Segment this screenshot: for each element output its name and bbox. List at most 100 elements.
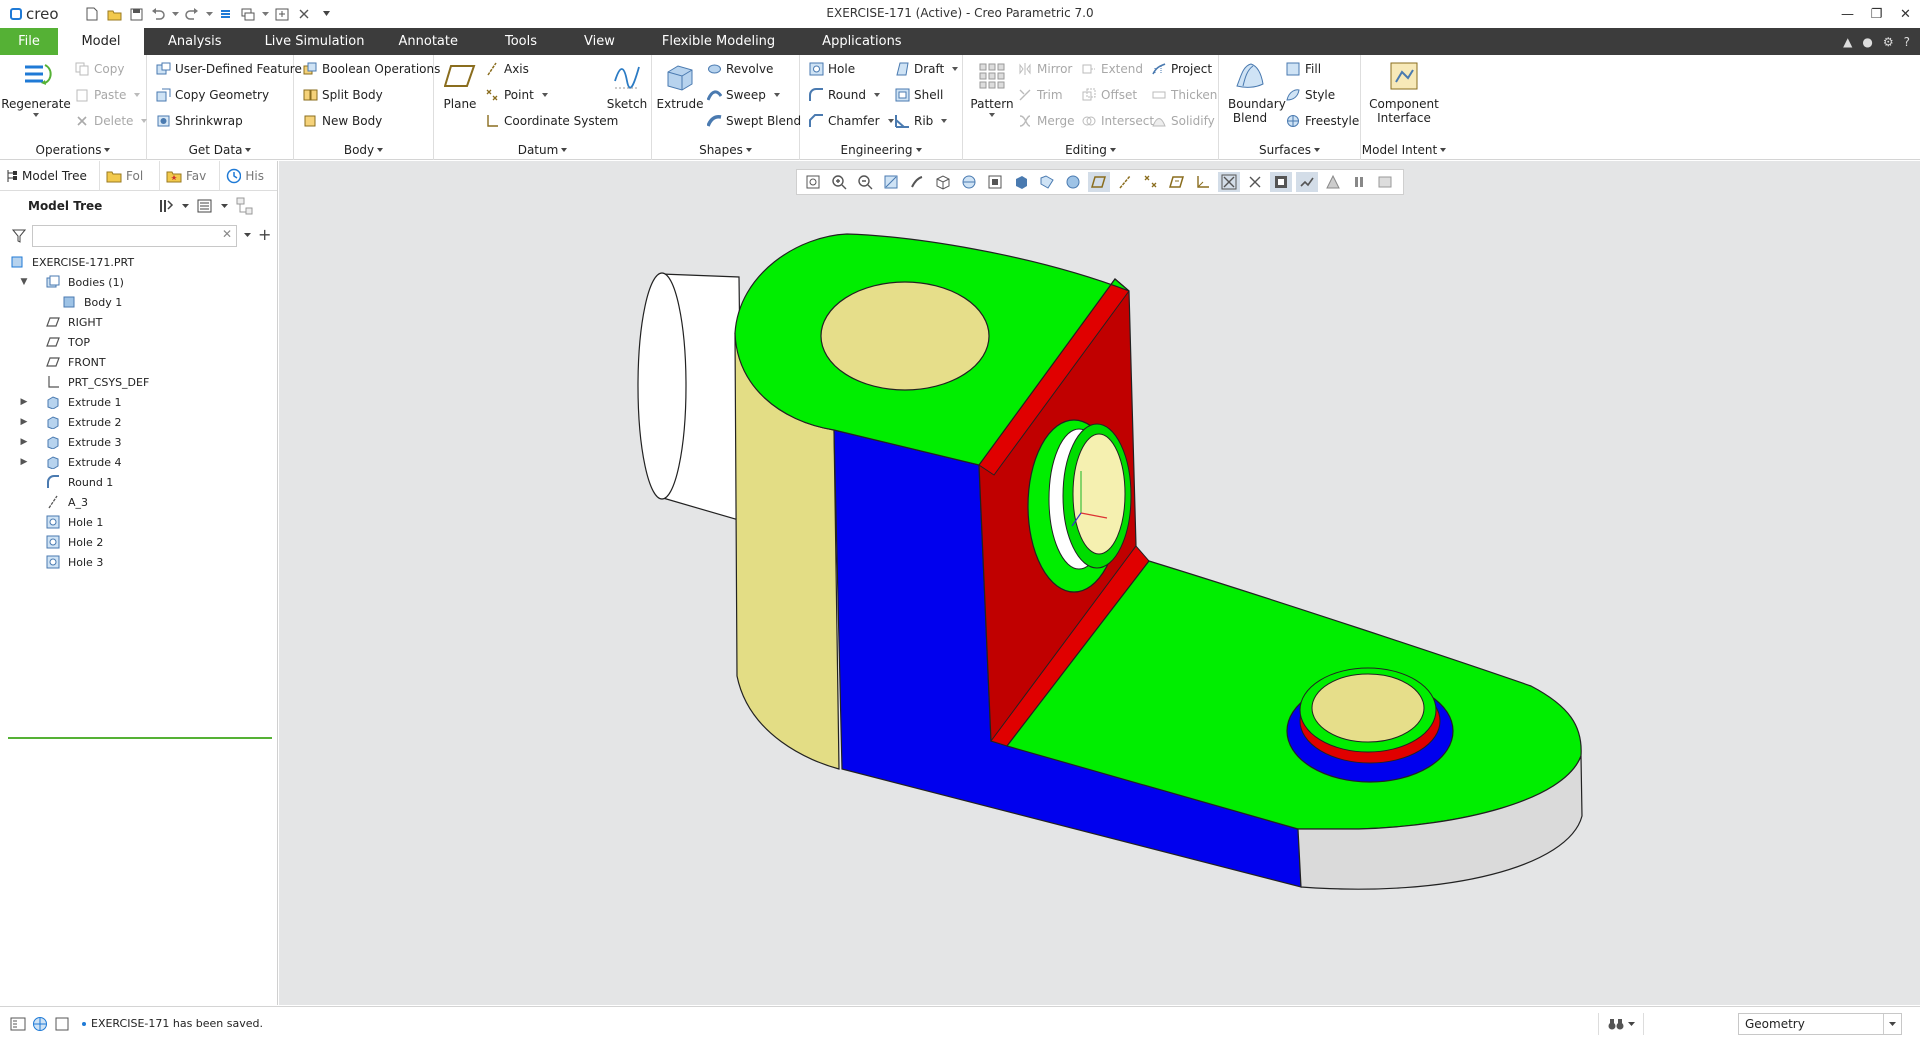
settings-icon[interactable]: ⚙ (1883, 35, 1894, 49)
pattern-dropdown-icon[interactable] (989, 113, 995, 117)
zoom-in-icon[interactable] (828, 172, 850, 192)
trim-button[interactable]: Trim (1017, 84, 1063, 105)
freestyle-button[interactable]: Freestyle (1285, 110, 1359, 131)
style-button[interactable]: Style (1285, 84, 1335, 105)
repaint-icon[interactable] (880, 172, 902, 192)
tree-node[interactable]: PRT_CSYS_DEF (0, 372, 272, 392)
mirror-button[interactable]: Mirror (1017, 58, 1072, 79)
new-body-button[interactable]: New Body (302, 110, 382, 131)
expand-icon[interactable]: ▶ (19, 457, 29, 467)
display-style-icon[interactable] (1010, 172, 1032, 192)
extrude-button[interactable]: Extrude (657, 58, 703, 111)
selection-filter-dropdown-icon[interactable] (1883, 1014, 1901, 1034)
close-window-icon[interactable] (294, 4, 314, 24)
delete-button[interactable]: Delete (74, 110, 148, 131)
expand-icon[interactable]: ▶ (19, 397, 29, 407)
insert-here-indicator[interactable] (8, 737, 272, 739)
tab-analysis[interactable]: Analysis (144, 28, 239, 55)
copy-geometry-button[interactable]: Copy Geometry (155, 84, 269, 105)
coordinate-system-button[interactable]: Coordinate System (484, 110, 618, 131)
extend-button[interactable]: Extend (1081, 58, 1143, 79)
regenerate-button[interactable]: Regenerate (1, 58, 71, 117)
operations-group-label[interactable]: Operations (0, 143, 146, 157)
surfaces-group-label[interactable]: Surfaces (1219, 143, 1360, 157)
tree-node[interactable]: Hole 1 (0, 512, 272, 532)
regenerate-quick-icon[interactable] (216, 4, 236, 24)
graphics-window[interactable] (279, 161, 1920, 1005)
tree-node[interactable]: A_3 (0, 492, 272, 512)
swept-blend-button[interactable]: Swept Blend (706, 110, 801, 131)
expand-icon[interactable]: ▶ (19, 437, 29, 447)
round-button[interactable]: Round (808, 84, 880, 105)
undo-icon[interactable] (148, 4, 168, 24)
split-body-button[interactable]: Split Body (302, 84, 383, 105)
open-icon[interactable] (104, 4, 124, 24)
axis-button[interactable]: Axis (484, 58, 529, 79)
undo-dropdown-icon[interactable] (170, 4, 180, 24)
point-dropdown-icon[interactable] (541, 92, 548, 97)
toggle-browser-icon[interactable] (32, 1016, 48, 1032)
add-filter-icon[interactable]: + (258, 225, 271, 244)
tree-node[interactable]: Hole 3 (0, 552, 272, 572)
pan-icon[interactable] (906, 172, 928, 192)
draft-dropdown-icon[interactable] (952, 66, 959, 71)
paste-button[interactable]: Paste (74, 84, 141, 105)
tab-view[interactable]: View (554, 28, 632, 55)
tree-node[interactable]: ▶ Extrude 4 (0, 452, 272, 472)
tree-node[interactable]: Hole 2 (0, 532, 272, 552)
tree-node[interactable]: FRONT (0, 352, 272, 372)
show-columns-icon[interactable] (197, 198, 213, 214)
simulation-display-icon[interactable] (1322, 172, 1344, 192)
get-data-group-label[interactable]: Get Data (147, 143, 293, 157)
search-history-dropdown-icon[interactable] (244, 233, 251, 237)
chamfer-button[interactable]: Chamfer (808, 110, 894, 131)
point-display-icon[interactable] (1140, 172, 1162, 192)
redo-icon[interactable] (182, 4, 202, 24)
intersect-button[interactable]: Intersect (1081, 110, 1154, 131)
refit-icon[interactable] (802, 172, 824, 192)
filter-funnel-icon[interactable] (12, 229, 26, 243)
redo-dropdown-icon[interactable] (204, 4, 214, 24)
show-dropdown-icon[interactable] (221, 204, 228, 208)
tab-live-simulation[interactable]: Live Simulation (239, 28, 382, 55)
switch-window-icon[interactable] (272, 4, 292, 24)
body-group-label[interactable]: Body (294, 143, 433, 157)
save-icon[interactable] (126, 4, 146, 24)
close-toolbar-icon[interactable] (1374, 172, 1396, 192)
tab-tools[interactable]: Tools (475, 28, 554, 55)
fill-button[interactable]: Fill (1285, 58, 1321, 79)
collapse-icon[interactable]: ▼ (19, 277, 29, 287)
revolve-button[interactable]: Revolve (706, 58, 773, 79)
close-button[interactable]: ✕ (1891, 0, 1920, 28)
help-icon[interactable]: ? (1904, 35, 1910, 49)
tab-history[interactable]: His (220, 161, 270, 191)
sweep-button[interactable]: Sweep (706, 84, 780, 105)
boundary-blend-button[interactable]: Boundary Blend (1223, 58, 1286, 125)
tab-annotate[interactable]: Annotate (382, 28, 475, 55)
customize-toolbar-icon[interactable] (316, 4, 336, 24)
merge-button[interactable]: Merge (1017, 110, 1074, 131)
tree-settings-dropdown-icon[interactable] (182, 204, 189, 208)
solidify-button[interactable]: Solidify (1151, 110, 1215, 131)
shapes-group-label[interactable]: Shapes (652, 143, 799, 157)
csys-display-icon[interactable] (1192, 172, 1214, 192)
perspective-view-icon[interactable] (984, 172, 1006, 192)
3d-model-view[interactable] (279, 161, 1920, 1005)
spin-center-icon[interactable] (1244, 172, 1266, 192)
saved-orientations-icon[interactable] (932, 172, 954, 192)
shrinkwrap-button[interactable]: Shrinkwrap (155, 110, 243, 131)
tab-folder-browser[interactable]: Fol (100, 160, 160, 191)
plane-display-icon[interactable] (1088, 172, 1110, 192)
tab-file[interactable]: File (0, 28, 58, 55)
round-dropdown-icon[interactable] (873, 92, 880, 97)
tree-node[interactable]: ▶ Extrude 3 (0, 432, 272, 452)
zoom-out-icon[interactable] (854, 172, 876, 192)
tree-node[interactable]: TOP (0, 332, 272, 352)
full-screen-icon[interactable] (54, 1016, 70, 1032)
offset-button[interactable]: Offset (1081, 84, 1137, 105)
find-button[interactable] (1598, 1013, 1644, 1035)
paste-dropdown-icon[interactable] (134, 92, 141, 97)
rib-button[interactable]: Rib (894, 110, 948, 131)
rib-dropdown-icon[interactable] (941, 118, 948, 123)
restore-button[interactable]: ❐ (1862, 0, 1891, 28)
